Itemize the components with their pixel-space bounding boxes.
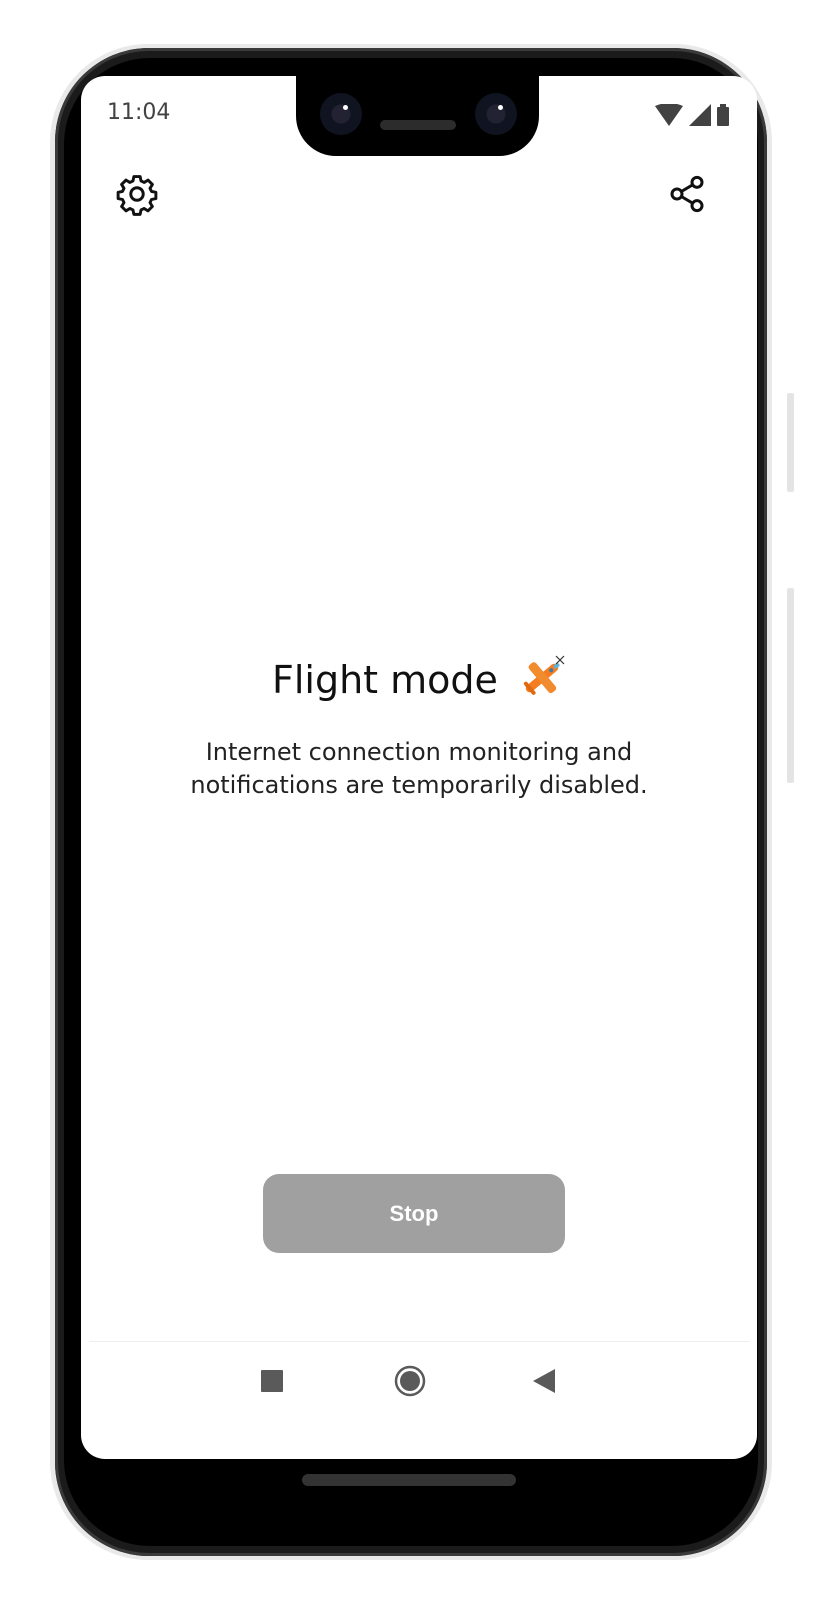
share-button[interactable] xyxy=(661,170,713,222)
recents-button[interactable] xyxy=(247,1358,297,1408)
home-indicator-bar xyxy=(302,1474,516,1486)
home-icon xyxy=(394,1365,426,1401)
camera-notch xyxy=(296,76,539,156)
description-line-2: notifications are temporarily disabled. xyxy=(190,771,648,799)
description-line-1: Internet connection monitoring and xyxy=(205,738,633,766)
volume-button xyxy=(787,588,794,783)
stop-button[interactable]: Stop xyxy=(263,1174,565,1253)
description-text: Internet connection monitoring and notif… xyxy=(81,736,757,802)
share-icon xyxy=(667,174,707,218)
signal-icon xyxy=(689,104,711,130)
title-text: Flight mode xyxy=(271,658,498,702)
page-title: Flight mode xyxy=(81,654,757,711)
status-icons xyxy=(655,103,729,130)
back-button[interactable] xyxy=(519,1358,569,1408)
recents-icon xyxy=(261,1370,283,1396)
settings-button[interactable] xyxy=(111,170,163,222)
home-button[interactable] xyxy=(385,1358,435,1408)
nav-divider xyxy=(89,1341,749,1342)
earpiece-speaker xyxy=(380,120,456,130)
front-camera-icon xyxy=(475,93,517,135)
front-camera-icon xyxy=(320,93,362,135)
battery-icon xyxy=(717,104,729,130)
wifi-icon xyxy=(655,103,683,130)
power-button xyxy=(787,393,794,492)
gear-icon xyxy=(115,172,159,220)
status-time: 11:04 xyxy=(107,100,171,125)
airplane-icon xyxy=(518,654,566,711)
back-icon xyxy=(533,1369,555,1397)
screen: 11:04 Flight mode Internet connection mo… xyxy=(81,76,757,1459)
